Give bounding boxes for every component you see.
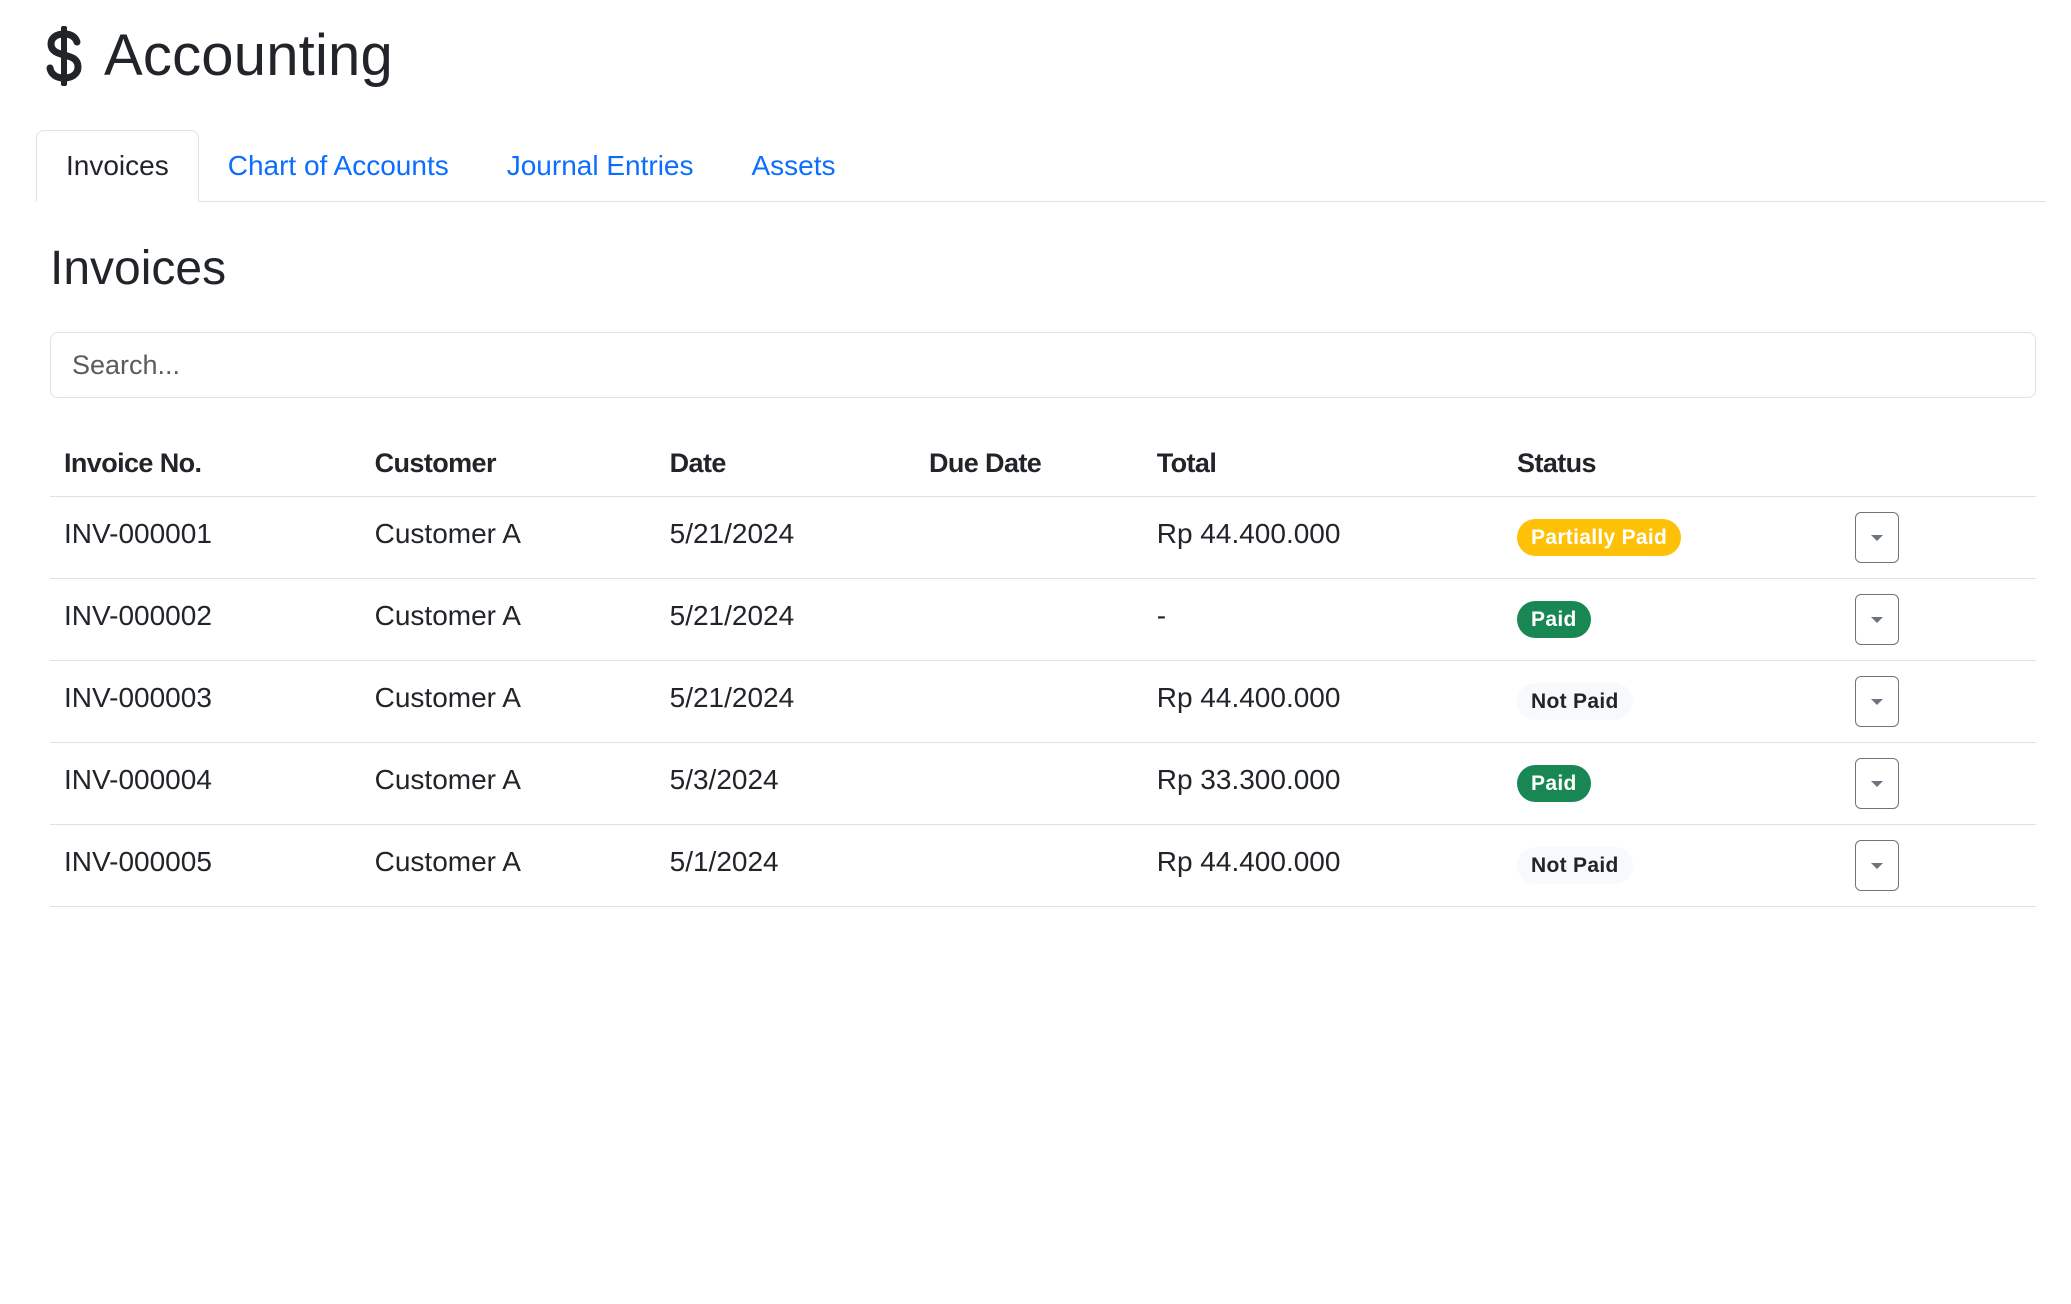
table-row: INV-000001 Customer A 5/21/2024 Rp 44.40… bbox=[50, 496, 2036, 579]
row-actions-dropdown-button[interactable] bbox=[1855, 676, 1900, 727]
table-row: INV-000003 Customer A 5/21/2024 Rp 44.40… bbox=[50, 660, 2036, 743]
invoice-no: INV-000004 bbox=[64, 763, 212, 795]
date: 5/3/2024 bbox=[669, 763, 779, 795]
total: Rp 33.300.000 bbox=[1156, 763, 1341, 795]
column-header-actions bbox=[1835, 430, 2036, 497]
customer: Customer A bbox=[374, 681, 521, 713]
table-row: INV-000002 Customer A 5/21/2024 - Paid bbox=[50, 578, 2036, 661]
tab-journal-entries[interactable]: Journal Entries bbox=[478, 131, 723, 201]
page-title: Invoices bbox=[50, 242, 227, 295]
accounting-page: Accounting Invoices Chart of Accounts Jo… bbox=[0, 0, 2071, 1304]
total: Rp 44.400.000 bbox=[1156, 681, 1341, 713]
app-title: Accounting bbox=[104, 23, 393, 88]
column-header-date: Date bbox=[655, 430, 915, 497]
invoice-no: INV-000002 bbox=[64, 599, 212, 631]
tab-chart-of-accounts[interactable]: Chart of Accounts bbox=[199, 131, 478, 201]
row-actions-dropdown-button[interactable] bbox=[1855, 594, 1900, 645]
date: 5/21/2024 bbox=[669, 681, 795, 713]
status-badge: Not Paid bbox=[1517, 682, 1633, 721]
caret-down-icon bbox=[1871, 780, 1884, 787]
invoice-no: INV-000003 bbox=[64, 681, 212, 713]
status-badge: Partially Paid bbox=[1517, 518, 1682, 557]
column-header-total: Total bbox=[1142, 430, 1504, 497]
date: 5/1/2024 bbox=[669, 845, 779, 877]
caret-down-icon bbox=[1871, 698, 1884, 705]
caret-down-icon bbox=[1871, 616, 1884, 623]
column-header-status: Status bbox=[1503, 430, 1836, 497]
tab-invoices[interactable]: Invoices bbox=[36, 130, 199, 202]
total: - bbox=[1156, 599, 1167, 631]
table-row: INV-000005 Customer A 5/1/2024 Rp 44.400… bbox=[50, 824, 2036, 907]
app-header: Accounting bbox=[44, 18, 393, 94]
column-header-invoice-no: Invoice No. bbox=[50, 430, 361, 497]
date: 5/21/2024 bbox=[669, 599, 795, 631]
customer: Customer A bbox=[374, 845, 521, 877]
row-actions-dropdown-button[interactable] bbox=[1855, 512, 1900, 563]
column-header-customer: Customer bbox=[360, 430, 656, 497]
invoice-no: INV-000005 bbox=[64, 845, 212, 877]
table-header-row: Invoice No. Customer Date Due Date Total… bbox=[50, 430, 2036, 497]
customer: Customer A bbox=[374, 599, 521, 631]
row-actions-dropdown-button[interactable] bbox=[1855, 840, 1900, 891]
customer: Customer A bbox=[374, 517, 521, 549]
caret-down-icon bbox=[1871, 862, 1884, 869]
caret-down-icon bbox=[1871, 534, 1884, 541]
status-badge: Paid bbox=[1517, 764, 1591, 803]
date: 5/21/2024 bbox=[669, 517, 795, 549]
invoice-no: INV-000001 bbox=[64, 517, 212, 549]
status-badge: Paid bbox=[1517, 600, 1591, 639]
total: Rp 44.400.000 bbox=[1156, 517, 1341, 549]
status-badge: Not Paid bbox=[1517, 846, 1633, 885]
tab-bar: Invoices Chart of Accounts Journal Entri… bbox=[36, 130, 2046, 202]
invoices-table: Invoice No. Customer Date Due Date Total… bbox=[50, 430, 2036, 907]
column-header-due-date: Due Date bbox=[914, 430, 1143, 497]
table-row: INV-000004 Customer A 5/3/2024 Rp 33.300… bbox=[50, 742, 2036, 825]
dollar-icon bbox=[44, 24, 84, 88]
tab-assets[interactable]: Assets bbox=[723, 131, 865, 201]
row-actions-dropdown-button[interactable] bbox=[1855, 758, 1900, 809]
customer: Customer A bbox=[374, 763, 521, 795]
total: Rp 44.400.000 bbox=[1156, 845, 1341, 877]
search-input[interactable] bbox=[50, 332, 2036, 398]
